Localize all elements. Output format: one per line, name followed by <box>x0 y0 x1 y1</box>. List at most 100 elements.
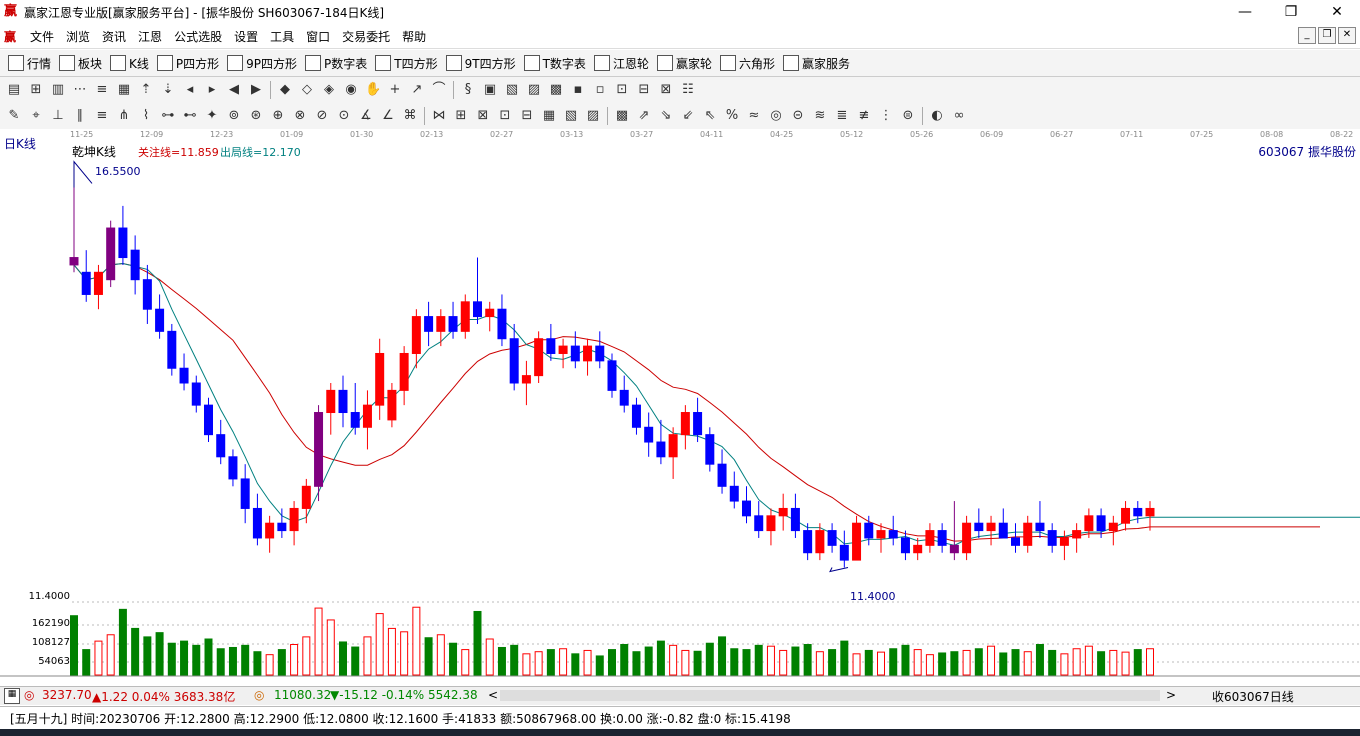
maximize-button[interactable]: ❐ <box>1268 0 1314 24</box>
tool-28-icon[interactable]: ⊟ <box>636 82 652 98</box>
tool-14-icon[interactable]: ◈ <box>321 82 337 98</box>
tool-13-icon[interactable]: ◇ <box>299 82 315 98</box>
tool-10-icon[interactable]: ◀ <box>226 82 242 98</box>
tool-1-icon[interactable]: ⊞ <box>28 82 44 98</box>
analysis-tool-4-icon[interactable]: ≡ <box>94 108 110 124</box>
menu-logo-icon[interactable]: 赢 <box>4 28 18 45</box>
tool-16-icon[interactable]: ✋ <box>365 82 381 98</box>
menu-formula[interactable]: 公式选股 <box>168 28 228 45</box>
tool-20-icon[interactable]: § <box>460 82 476 98</box>
analysis-tool-33-icon[interactable]: ≈ <box>746 108 762 124</box>
analysis-tool-24-icon[interactable]: ▦ <box>541 108 557 124</box>
tool-15-icon[interactable]: ◉ <box>343 82 359 98</box>
analysis-tool-22-icon[interactable]: ⊡ <box>497 108 513 124</box>
analysis-tool-17-icon[interactable]: ∠ <box>380 108 396 124</box>
analysis-tool-15-icon[interactable]: ⊙ <box>336 108 352 124</box>
analysis-tool-19-icon[interactable]: ⋈ <box>431 108 447 124</box>
tool-11-icon[interactable]: ▶ <box>248 82 264 98</box>
toolbar-item-hexagon[interactable]: 六角形 <box>719 55 775 72</box>
analysis-tool-14-icon[interactable]: ⊘ <box>314 108 330 124</box>
menu-settings[interactable]: 设置 <box>228 28 264 45</box>
menu-file[interactable]: 文件 <box>24 28 60 45</box>
tool-27-icon[interactable]: ⊡ <box>614 82 630 98</box>
tool-8-icon[interactable]: ◂ <box>182 82 198 98</box>
menu-help[interactable]: 帮助 <box>396 28 432 45</box>
analysis-tool-10-icon[interactable]: ⊚ <box>226 108 242 124</box>
tool-23-icon[interactable]: ▨ <box>526 82 542 98</box>
analysis-tool-21-icon[interactable]: ⊠ <box>475 108 491 124</box>
analysis-tool-35-icon[interactable]: ⊝ <box>790 108 806 124</box>
tool-29-icon[interactable]: ⊠ <box>658 82 674 98</box>
analysis-tool-41-icon[interactable]: ◐ <box>929 108 945 124</box>
mdi-restore-button[interactable]: ❐ <box>1318 27 1336 44</box>
menu-browse[interactable]: 浏览 <box>60 28 96 45</box>
tool-30-icon[interactable]: ☷ <box>680 82 696 98</box>
toolbar-item-p9[interactable]: 9P四方形 <box>227 55 297 72</box>
analysis-tool-34-icon[interactable]: ◎ <box>768 108 784 124</box>
analysis-tool-36-icon[interactable]: ≋ <box>812 108 828 124</box>
analysis-tool-1-icon[interactable]: ⌖ <box>28 108 44 124</box>
toolbar-item-blocks[interactable]: 板块 <box>59 55 102 72</box>
horizontal-scrollbar[interactable] <box>500 690 1160 701</box>
chart-area[interactable]: 11-25 12-09 12-23 01-09 01-30 02-13 02-27 03-13… <box>0 129 1360 685</box>
analysis-tool-29-icon[interactable]: ⇘ <box>658 108 674 124</box>
analysis-tool-42-icon[interactable]: ∞ <box>951 108 967 124</box>
tool-26-icon[interactable]: ▫ <box>592 82 608 98</box>
analysis-tool-5-icon[interactable]: ⋔ <box>116 108 132 124</box>
analysis-tool-39-icon[interactable]: ⋮ <box>878 108 894 124</box>
tool-17-icon[interactable]: + <box>387 82 403 98</box>
tool-4-icon[interactable]: ≡ <box>94 82 110 98</box>
minimize-button[interactable]: — <box>1222 0 1268 24</box>
toolbar-item-pn[interactable]: P数字表 <box>305 55 367 72</box>
toolbar-item-tn[interactable]: T数字表 <box>523 55 586 72</box>
tool-18-icon[interactable]: ↗ <box>409 82 425 98</box>
tool-12-icon[interactable]: ◆ <box>277 82 293 98</box>
candlestick-chart[interactable] <box>0 129 1360 685</box>
analysis-tool-12-icon[interactable]: ⊕ <box>270 108 286 124</box>
toolbar-item-wheel[interactable]: 江恩轮 <box>593 55 649 72</box>
analysis-tool-16-icon[interactable]: ∡ <box>358 108 374 124</box>
analysis-tool-6-icon[interactable]: ⌇ <box>138 108 154 124</box>
tool-7-icon[interactable]: ⇣ <box>160 82 176 98</box>
analysis-tool-37-icon[interactable]: ≣ <box>834 108 850 124</box>
analysis-tool-32-icon[interactable]: % <box>724 108 740 124</box>
toolbar-item-t9[interactable]: 9T四方形 <box>445 55 516 72</box>
toolbar-item-wheel2[interactable]: 赢家轮 <box>656 55 712 72</box>
menu-tools[interactable]: 工具 <box>264 28 300 45</box>
mdi-minimize-button[interactable]: _ <box>1298 27 1316 44</box>
scroll-right-icon[interactable]: > <box>1166 688 1176 702</box>
analysis-tool-27-icon[interactable]: ▩ <box>614 108 630 124</box>
analysis-tool-2-icon[interactable]: ⊥ <box>50 108 66 124</box>
analysis-tool-3-icon[interactable]: ∥ <box>72 108 88 124</box>
grid-icon[interactable]: ▦ <box>4 688 20 704</box>
analysis-tool-11-icon[interactable]: ⊛ <box>248 108 264 124</box>
analysis-tool-25-icon[interactable]: ▧ <box>563 108 579 124</box>
mdi-close-button[interactable]: ✕ <box>1338 27 1356 44</box>
analysis-tool-40-icon[interactable]: ⊜ <box>900 108 916 124</box>
tool-21-icon[interactable]: ▣ <box>482 82 498 98</box>
analysis-tool-28-icon[interactable]: ⇗ <box>636 108 652 124</box>
analysis-tool-38-icon[interactable]: ≢ <box>856 108 872 124</box>
scroll-left-icon[interactable]: < <box>488 688 498 702</box>
toolbar-item-ts[interactable]: T四方形 <box>375 55 438 72</box>
tool-22-icon[interactable]: ▧ <box>504 82 520 98</box>
toolbar-item-candle[interactable]: K线 <box>110 55 149 72</box>
analysis-tool-30-icon[interactable]: ⇙ <box>680 108 696 124</box>
tool-9-icon[interactable]: ▸ <box>204 82 220 98</box>
analysis-tool-23-icon[interactable]: ⊟ <box>519 108 535 124</box>
toolbar-item-ps[interactable]: P四方形 <box>156 55 219 72</box>
analysis-tool-8-icon[interactable]: ⊷ <box>182 108 198 124</box>
menu-window[interactable]: 窗口 <box>300 28 336 45</box>
analysis-tool-9-icon[interactable]: ✦ <box>204 108 220 124</box>
menu-gann[interactable]: 江恩 <box>132 28 168 45</box>
toolbar-item-grid[interactable]: 行情 <box>8 55 51 72</box>
analysis-tool-0-icon[interactable]: ✎ <box>6 108 22 124</box>
analysis-tool-20-icon[interactable]: ⊞ <box>453 108 469 124</box>
tool-19-icon[interactable]: ⌒ <box>431 82 447 98</box>
menu-trade[interactable]: 交易委托 <box>336 28 396 45</box>
analysis-tool-13-icon[interactable]: ⊗ <box>292 108 308 124</box>
tool-24-icon[interactable]: ▩ <box>548 82 564 98</box>
tool-25-icon[interactable]: ▪ <box>570 82 586 98</box>
tool-2-icon[interactable]: ▥ <box>50 82 66 98</box>
toolbar-item-dollar[interactable]: 赢家服务 <box>782 55 850 72</box>
